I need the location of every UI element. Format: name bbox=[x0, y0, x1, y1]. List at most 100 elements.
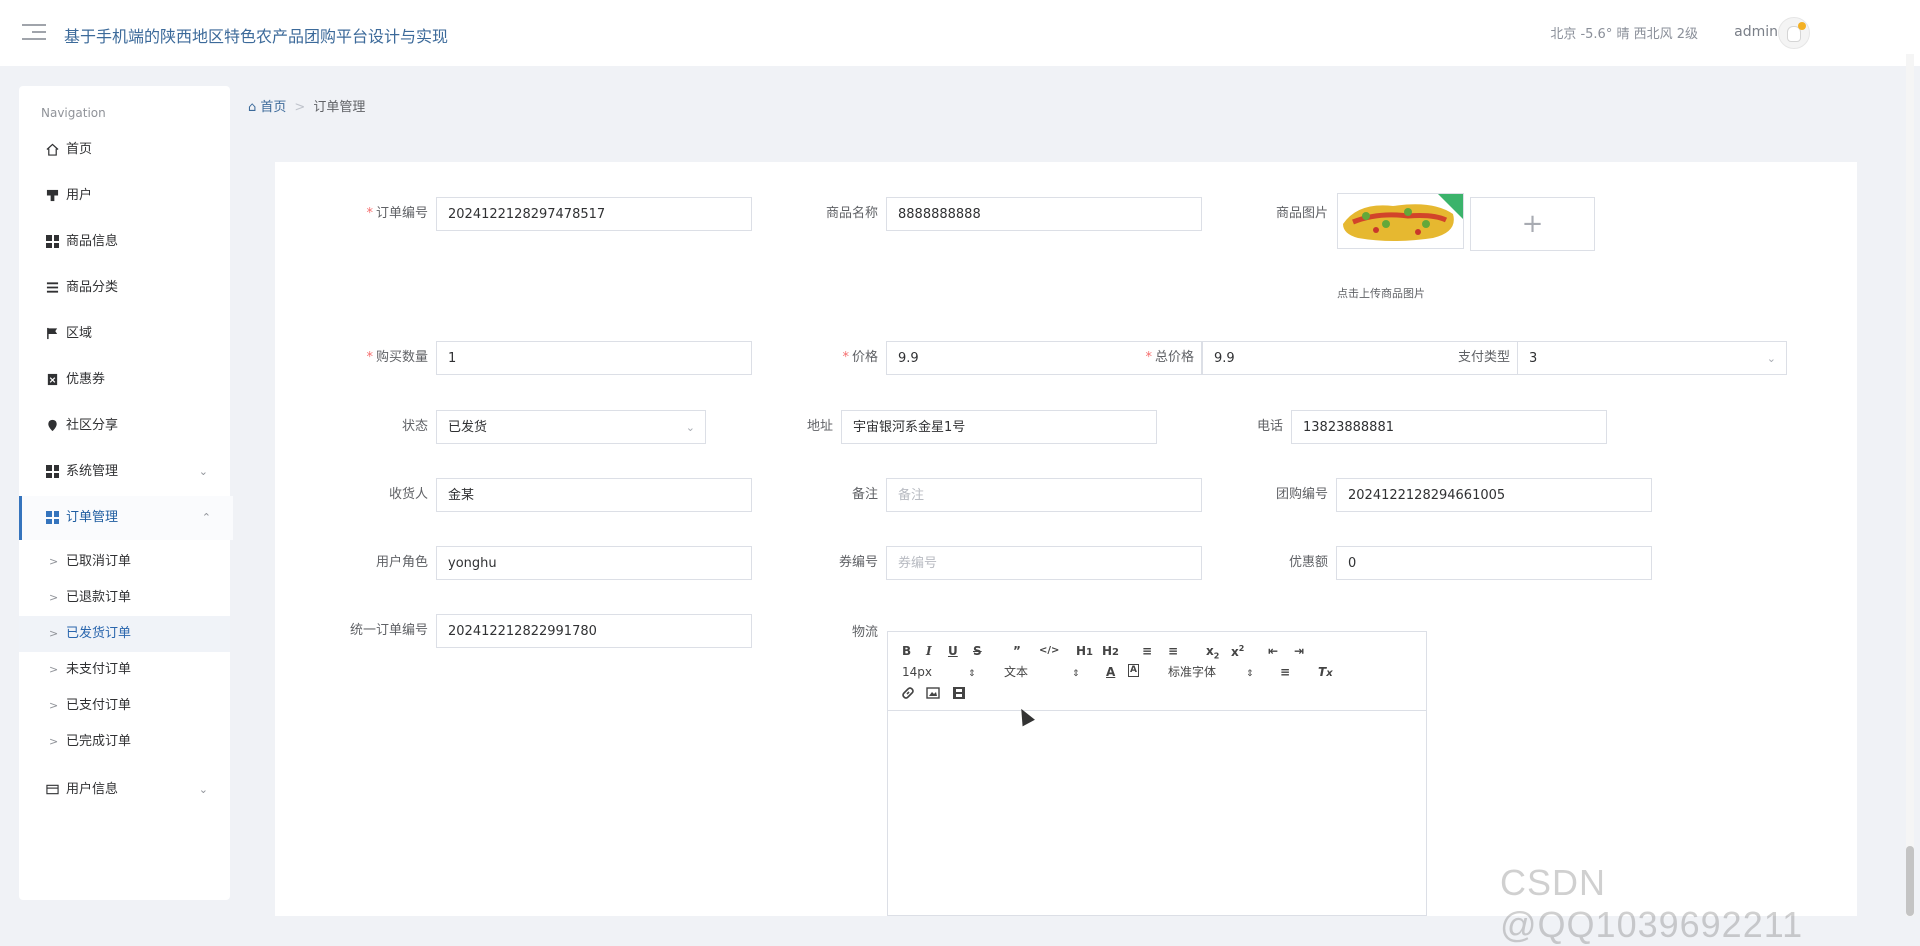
total-price-label: * 总价格 bbox=[1145, 350, 1194, 365]
app-title: 基于手机端的陕西地区特色农产品团购平台设计与实现 bbox=[64, 27, 449, 46]
code-block-icon[interactable]: </> bbox=[1039, 643, 1059, 659]
watermark: CSDN @QQ1039692211 bbox=[1500, 862, 1804, 945]
outdent-icon[interactable]: ⇤ bbox=[1268, 643, 1278, 659]
sidebar-item-user[interactable]: 用户 bbox=[19, 174, 230, 218]
user-role-label: 用户角色 bbox=[375, 555, 428, 570]
phone-input[interactable]: 13823888881 bbox=[1291, 410, 1607, 444]
sidebar-item-product-category[interactable]: 商品分类 bbox=[19, 266, 230, 310]
italic-icon[interactable]: I bbox=[926, 643, 932, 659]
receiver-label: 收货人 bbox=[388, 487, 428, 502]
submenu-paid-orders[interactable]: > 已支付订单 bbox=[19, 688, 230, 724]
submenu-label: 已支付订单 bbox=[66, 698, 132, 713]
chevron-right-icon: > bbox=[49, 699, 59, 712]
submenu-unpaid-orders[interactable]: > 未支付订单 bbox=[19, 652, 230, 688]
price-label: * 价格 bbox=[842, 350, 878, 365]
sidebar-item-community[interactable]: 社区分享 bbox=[19, 404, 230, 448]
unified-order-no-input[interactable]: 202412212822991780 bbox=[436, 614, 752, 648]
breadcrumb: ⌂ 首页 > 订单管理 bbox=[248, 96, 365, 115]
submenu-cancelled-orders[interactable]: > 已取消订单 bbox=[19, 544, 230, 580]
chevron-down-icon: ⌄ bbox=[198, 783, 208, 796]
sidebar-item-label: 区域 bbox=[66, 326, 93, 341]
strikethrough-icon[interactable]: S bbox=[973, 643, 982, 659]
submenu-refunded-orders[interactable]: > 已退款订单 bbox=[19, 580, 230, 616]
chevron-up-icon: ⌃ bbox=[201, 511, 211, 524]
chevron-down-icon: ⌄ bbox=[1766, 352, 1776, 365]
submenu-label: 未支付订单 bbox=[66, 662, 132, 677]
product-image-label: 商品图片 bbox=[1275, 206, 1328, 221]
sidebar-item-orders[interactable]: 订单管理 ⌃ bbox=[19, 496, 233, 540]
menu-toggle-icon[interactable] bbox=[22, 24, 46, 42]
sidebar-item-label: 社区分享 bbox=[66, 418, 119, 433]
chevron-right-icon: > bbox=[49, 555, 59, 568]
user-icon bbox=[46, 189, 59, 202]
chevron-down-icon: ⌄ bbox=[685, 421, 695, 434]
chevron-right-icon: > bbox=[49, 735, 59, 748]
ordered-list-icon[interactable]: ≡ bbox=[1142, 643, 1152, 659]
bullet-list-icon[interactable]: ≡ bbox=[1168, 643, 1178, 659]
username[interactable]: admin bbox=[1734, 24, 1778, 40]
coupon-no-input[interactable]: 券编号 bbox=[886, 546, 1202, 580]
font-family-select[interactable]: 标准字体 ⇕ bbox=[1168, 664, 1254, 682]
sidebar-item-product-info[interactable]: 商品信息 bbox=[19, 220, 230, 264]
font-color-icon[interactable]: A bbox=[1106, 664, 1115, 680]
sidebar-item-home[interactable]: 首页 bbox=[19, 128, 230, 172]
underline-icon[interactable]: U bbox=[948, 643, 958, 659]
sidebar-item-label: 首页 bbox=[66, 142, 93, 157]
group-no-input[interactable]: 2024122128294661005 bbox=[1336, 478, 1652, 512]
page-scrollbar[interactable] bbox=[1906, 54, 1914, 916]
indent-icon[interactable]: ⇥ bbox=[1294, 643, 1304, 659]
discount-input[interactable]: 0 bbox=[1336, 546, 1652, 580]
image-icon[interactable] bbox=[926, 687, 940, 699]
sidebar-item-label: 商品分类 bbox=[66, 280, 119, 295]
chevron-down-icon: ⌄ bbox=[198, 465, 208, 478]
sidebar-item-label: 用户 bbox=[66, 188, 93, 203]
logistics-label: 物流 bbox=[851, 625, 878, 640]
receiver-input[interactable]: 金某 bbox=[436, 478, 752, 512]
sidebar-item-region[interactable]: 区域 bbox=[19, 312, 230, 356]
pay-type-select[interactable]: 3 ⌄ bbox=[1517, 341, 1787, 375]
top-header: 基于手机端的陕西地区特色农产品团购平台设计与实现 北京 -5.6° 晴 西北风 … bbox=[0, 0, 1920, 66]
user-role-input[interactable]: yonghu bbox=[436, 546, 752, 580]
status-select[interactable]: 已发货 ⌄ bbox=[436, 410, 706, 444]
chevron-right-icon: > bbox=[49, 663, 59, 676]
sidebar-item-coupon[interactable]: 优惠券 bbox=[19, 358, 230, 402]
blockquote-icon[interactable]: ” bbox=[1013, 643, 1021, 659]
coupon-icon bbox=[47, 373, 58, 386]
address-label: 地址 bbox=[806, 419, 833, 434]
block-type-select[interactable]: 文本 ⇕ bbox=[1004, 664, 1080, 682]
remark-label: 备注 bbox=[851, 487, 878, 502]
breadcrumb-separator: > bbox=[294, 100, 306, 115]
heading2-icon[interactable]: H2 bbox=[1102, 643, 1119, 661]
address-input[interactable]: 宇宙银河系金星1号 bbox=[841, 410, 1157, 444]
order-no-input[interactable]: 2024122128297478517 bbox=[436, 197, 752, 231]
submenu-label: 已发货订单 bbox=[66, 626, 132, 641]
heading1-icon[interactable]: H1 bbox=[1076, 643, 1093, 661]
order-no-label: * 订单编号 bbox=[366, 206, 428, 221]
quantity-input[interactable]: 1 bbox=[436, 341, 752, 375]
font-size-select[interactable]: 14px ⇕ bbox=[902, 664, 976, 682]
weather-info: 北京 -5.6° 晴 西北风 2级 bbox=[1550, 27, 1698, 42]
link-icon[interactable] bbox=[901, 686, 915, 700]
remark-input[interactable]: 备注 bbox=[886, 478, 1202, 512]
breadcrumb-home[interactable]: ⌂ 首页 bbox=[248, 100, 286, 115]
quantity-label: * 购买数量 bbox=[366, 350, 428, 365]
sidebar-item-user-info[interactable]: 用户信息 ⌄ bbox=[19, 768, 230, 812]
grid-icon bbox=[46, 235, 59, 248]
flag-icon bbox=[47, 327, 58, 340]
image-upload-button[interactable]: + bbox=[1470, 197, 1595, 251]
bold-icon[interactable]: B bbox=[902, 643, 911, 659]
submenu-completed-orders[interactable]: > 已完成订单 bbox=[19, 724, 230, 760]
align-icon[interactable]: ≡ bbox=[1280, 664, 1290, 680]
superscript-icon[interactable]: x2 bbox=[1231, 641, 1244, 660]
sidebar-item-system[interactable]: 系统管理 ⌄ bbox=[19, 450, 230, 494]
background-color-icon[interactable]: A bbox=[1128, 664, 1139, 677]
grid-icon bbox=[46, 465, 59, 478]
avatar[interactable] bbox=[1778, 17, 1810, 49]
product-image-thumbnail[interactable] bbox=[1337, 193, 1464, 249]
product-name-input[interactable]: 8888888888 bbox=[886, 197, 1202, 231]
video-icon[interactable] bbox=[952, 686, 966, 700]
clear-format-icon[interactable]: Tx bbox=[1318, 664, 1333, 682]
subscript-icon[interactable]: x2 bbox=[1206, 643, 1219, 664]
submenu-shipped-orders[interactable]: > 已发货订单 bbox=[19, 616, 230, 652]
phone-label: 电话 bbox=[1256, 419, 1283, 434]
